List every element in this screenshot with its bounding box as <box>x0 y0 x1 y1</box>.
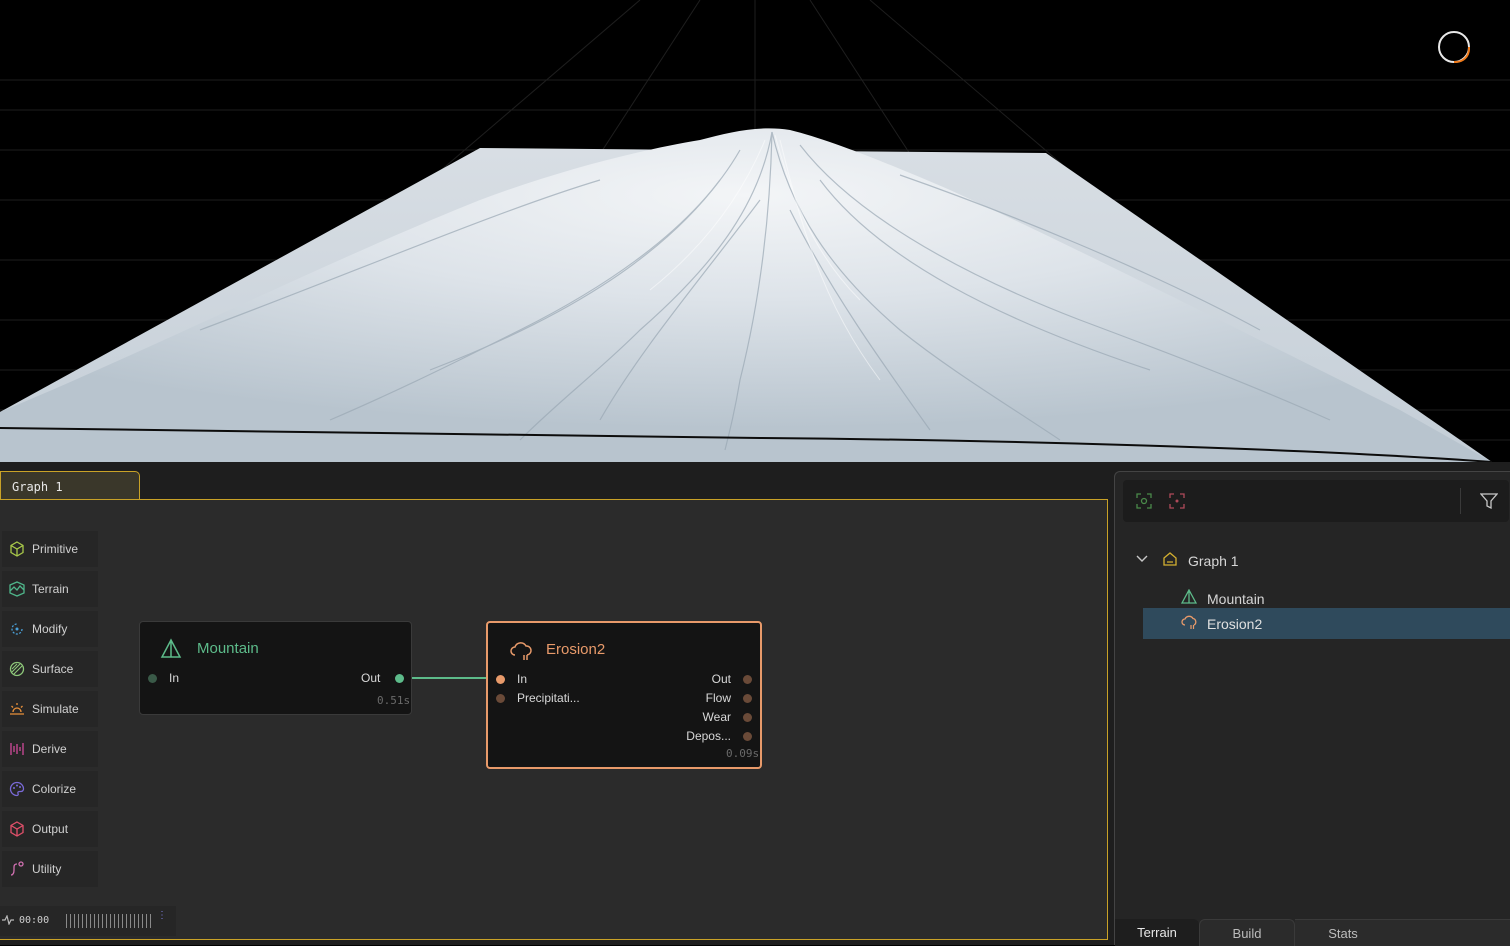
port-label-in: In <box>169 671 180 685</box>
node-title: Erosion2 <box>546 641 606 658</box>
graph-home-icon <box>1162 551 1178 570</box>
erosion-cloud-icon <box>509 640 533 667</box>
output-port-wear[interactable] <box>743 713 752 722</box>
input-port-precipitation[interactable] <box>496 694 505 703</box>
node-time: 0.51s <box>377 694 411 707</box>
category-terrain[interactable]: Terrain <box>2 571 98 607</box>
modify-icon <box>9 621 25 637</box>
node-title: Mountain <box>197 640 259 657</box>
port-label-deposits: Depos... <box>686 729 731 743</box>
category-simulate[interactable]: Simulate <box>2 691 98 727</box>
category-label: Output <box>32 822 69 836</box>
node-time: 0.09s <box>726 747 760 760</box>
category-colorize[interactable]: Colorize <box>2 771 98 807</box>
tree-root-graph-1[interactable]: Graph 1 <box>1135 551 1239 570</box>
bottom-workspace: Graph 1 Primitive Terrain Modify Surface… <box>0 462 1510 946</box>
terrain-icon <box>9 581 25 597</box>
tab-stats[interactable]: Stats <box>1295 919 1391 946</box>
loading-spinner-icon <box>1438 31 1470 63</box>
timeline-scrubber[interactable] <box>66 914 151 928</box>
toolbar-divider <box>1460 488 1461 514</box>
tab-spacer <box>1391 919 1510 946</box>
tab-terrain[interactable]: Terrain <box>1115 919 1199 946</box>
input-port-in[interactable] <box>148 674 157 683</box>
port-label-flow: Flow <box>705 691 731 705</box>
port-label-out: Out <box>361 671 381 685</box>
category-label: Colorize <box>32 782 77 796</box>
category-modify[interactable]: Modify <box>2 611 98 647</box>
port-label-in: In <box>517 672 528 686</box>
outliner-toolbar <box>1123 480 1509 522</box>
cube-icon <box>9 541 25 557</box>
connection-wire[interactable] <box>400 672 500 684</box>
category-output[interactable]: Output <box>2 811 98 847</box>
mountain-icon <box>1180 588 1198 608</box>
output-port-flow[interactable] <box>743 694 752 703</box>
output-port-out[interactable] <box>395 674 404 683</box>
terrain-render <box>0 0 1510 462</box>
timeline-time: 00:00 <box>19 915 50 926</box>
category-utility[interactable]: Utility <box>2 851 98 887</box>
tree-label: Erosion2 <box>1207 615 1263 632</box>
node-erosion2[interactable]: Erosion2 In Precipitati... Out Flow Wear… <box>486 621 762 769</box>
port-label-out: Out <box>711 672 731 686</box>
tree-item-mountain[interactable]: Mountain <box>1180 588 1265 608</box>
timeline-bar[interactable]: 00:00 ⋮ <box>0 906 176 936</box>
category-label: Utility <box>32 862 62 876</box>
output-cube-icon <box>9 821 25 837</box>
output-port-out[interactable] <box>743 675 752 684</box>
focus-deselect-icon[interactable] <box>1169 493 1185 514</box>
category-derive[interactable]: Derive <box>2 731 98 767</box>
output-port-deposits[interactable] <box>743 732 752 741</box>
category-surface[interactable]: Surface <box>2 651 98 687</box>
node-mountain[interactable]: Mountain In Out 0.51s <box>139 621 412 715</box>
category-label: Terrain <box>32 582 69 596</box>
category-primitive[interactable]: Primitive <box>2 531 98 567</box>
outliner-panel: Graph 1 Mountain Erosion2 Terrain Build … <box>1114 471 1510 946</box>
outliner-tabs: Terrain Build Stats <box>1115 908 1510 946</box>
chevron-down-icon[interactable] <box>1135 552 1149 569</box>
port-label-precipitation: Precipitati... <box>517 691 580 705</box>
tree-label: Mountain <box>1207 590 1265 607</box>
simulate-icon <box>9 701 25 717</box>
tree-item-erosion2[interactable]: Erosion2 <box>1143 608 1510 639</box>
category-label: Modify <box>32 622 68 636</box>
surface-icon <box>9 661 25 677</box>
mountain-icon <box>160 638 182 665</box>
palette-icon <box>9 781 25 797</box>
tab-graph-1[interactable]: Graph 1 <box>0 471 140 500</box>
erosion-cloud-icon <box>1181 614 1198 633</box>
category-label: Primitive <box>32 542 79 556</box>
derive-icon <box>9 741 25 757</box>
category-label: Surface <box>32 662 74 676</box>
category-label: Derive <box>32 742 67 756</box>
waveform-icon <box>2 914 14 928</box>
focus-select-icon[interactable] <box>1136 493 1152 514</box>
category-label: Simulate <box>32 702 79 716</box>
tab-build[interactable]: Build <box>1199 919 1295 946</box>
port-label-wear: Wear <box>702 710 731 724</box>
filter-icon[interactable] <box>1479 492 1499 515</box>
terrain-viewport[interactable] <box>0 0 1510 462</box>
utility-icon <box>9 861 25 877</box>
timeline-menu-icon[interactable]: ⋮ <box>157 910 167 921</box>
tree-label: Graph 1 <box>1188 552 1239 569</box>
input-port-in[interactable] <box>496 675 505 684</box>
